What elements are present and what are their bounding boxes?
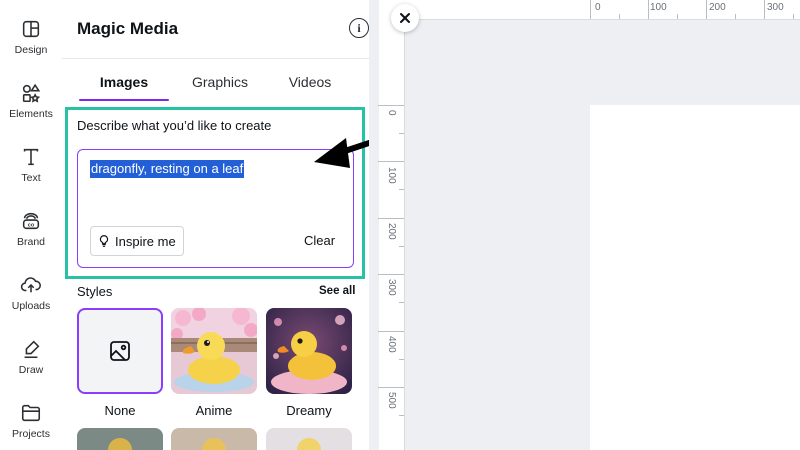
ruler-tick [677,14,678,19]
panel-title: Magic Media [77,19,179,38]
ruler-tick [378,218,404,219]
style-name-none: None [104,403,136,418]
style-card-row2-1[interactable] [77,428,163,450]
style-thumbnail [171,428,257,450]
editor-area: 0 100 200 300 0 100 200 300 400 500 [369,0,800,450]
ruler-tick [378,161,404,162]
info-icon[interactable]: i [349,18,369,38]
ruler-tick [735,14,736,19]
rail-item-label: Design [14,44,48,56]
ruler-label: 200 [709,2,726,13]
image-icon [110,341,130,361]
ruler-tick [399,415,404,416]
ruler-label: 400 [386,336,397,353]
rail-item-label: Text [21,172,41,184]
ruler-label: 200 [386,223,397,240]
rail-item-draw[interactable]: Draw [0,336,62,392]
rail-item-label: Draw [18,364,44,376]
style-name-anime: Anime [195,403,233,418]
lightbulb-icon [99,235,109,247]
ruler-tick [706,0,707,19]
annotation-arrow [314,138,369,168]
rail-item-label: Uploads [11,300,51,312]
anime-duck-thumbnail [171,308,257,394]
rail-item-text[interactable]: Text [0,144,62,200]
rail-item-projects[interactable]: Projects [0,400,62,450]
ruler-tick [378,331,404,332]
rail-item-elements[interactable]: Elements [0,80,62,136]
ruler-tick [378,105,404,106]
ruler-label: 500 [386,392,397,409]
tab-videos[interactable]: Videos [265,74,355,90]
projects-icon [21,404,41,422]
prompt-selected-text[interactable]: dragonfly, resting on a leaf [90,160,245,178]
elements-icon [22,83,41,103]
rail-item-brand[interactable]: co Brand [0,208,62,264]
magic-media-panel: Magic Media i Images Graphics Videos Des… [62,0,369,450]
ruler-label: 100 [386,167,397,184]
ruler-tick [764,0,765,19]
tab-graphics[interactable]: Graphics [175,74,265,90]
brand-icon: co [22,212,40,230]
active-tab-indicator [79,99,169,101]
text-icon [23,148,39,166]
style-thumbnail [77,428,163,450]
styles-heading: Styles [77,284,113,299]
ruler-tick [378,274,404,275]
style-card-row2-2[interactable] [171,428,257,450]
ruler-tick [399,133,404,134]
ruler-tick [378,387,404,388]
see-all-link[interactable]: See all [319,285,355,297]
style-card-none[interactable] [77,308,163,394]
ruler-tick [793,14,794,19]
ruler-tick [399,359,404,360]
style-thumbnail [266,428,352,450]
dreamy-duck-thumbnail [266,308,352,394]
rail-item-label: Brand [16,236,46,248]
rail-item-uploads[interactable]: Uploads [0,272,62,328]
ruler-tick [619,14,620,19]
panel-divider [62,58,369,59]
ruler-label: 100 [650,2,667,13]
ruler-label: 0 [386,110,397,116]
style-card-dreamy[interactable] [266,308,352,394]
close-panel-button[interactable] [391,4,419,32]
rail-item-label: Projects [12,428,50,440]
ruler-label: 0 [595,2,601,13]
ruler-label: 300 [386,279,397,296]
rail-item-design[interactable]: Design [0,16,62,72]
ruler-tick [648,0,649,19]
svg-text:co: co [28,223,35,229]
uploads-icon [20,277,41,293]
left-rail: Design Elements Text co Brand Uploads Dr… [0,0,62,450]
close-icon [400,13,410,23]
style-card-row2-3[interactable] [266,428,352,450]
ruler-tick [590,0,591,19]
tab-images[interactable]: Images [79,74,169,90]
clear-button[interactable]: Clear [304,233,335,248]
describe-label: Describe what you’d like to create [77,118,272,133]
app-root: Design Elements Text co Brand Uploads Dr… [0,0,800,450]
ruler-tick [399,302,404,303]
inspire-me-button[interactable]: Inspire me [90,226,184,256]
ruler-tick [399,246,404,247]
design-icon [22,20,40,38]
ruler-vertical: 0 100 200 300 400 500 [378,20,405,450]
ruler-tick [399,189,404,190]
style-card-anime[interactable] [171,308,257,394]
design-canvas-page[interactable] [590,105,800,450]
ruler-horizontal: 0 100 200 300 [405,0,800,20]
inspire-me-label: Inspire me [115,233,176,249]
rail-item-label: Elements [9,108,53,120]
draw-icon [24,340,40,359]
style-name-dreamy: Dreamy [286,403,332,418]
ruler-label: 300 [767,2,784,13]
